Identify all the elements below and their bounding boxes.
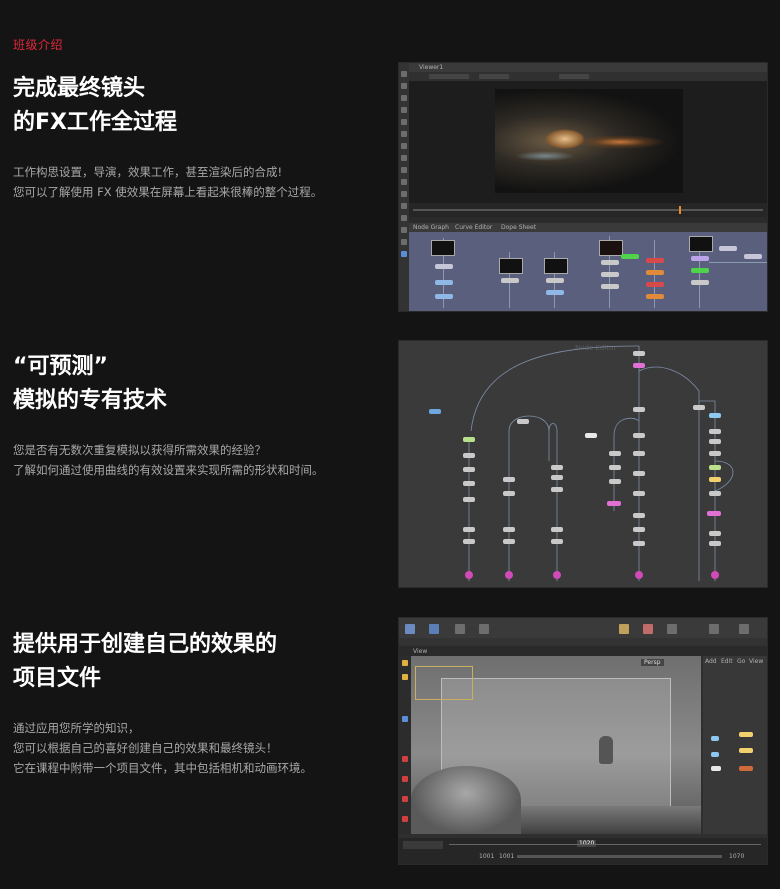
playbar[interactable]: 1020 1001 1001 1070 [399,838,767,864]
section-3-title-line2: 项目文件 [13,666,102,691]
move-icon[interactable] [402,674,408,680]
network-panel: Add Edit Go View [703,656,767,834]
tool-icon[interactable] [401,191,407,197]
shelf-icon[interactable] [667,624,677,634]
shelf-icon[interactable] [455,624,465,634]
tool-icon[interactable] [401,239,407,245]
tool-icon[interactable] [402,796,408,802]
section-3-desc-line2: 您可以根据自己的喜好创建自己的效果和最终镜头！ [13,741,278,755]
shelf-toolbar [399,618,767,638]
section-1: 完成最终镜头 的FX工作全过程 工作构思设置，导演，效果工作，甚至渲染后的合成!… [13,72,373,202]
section-3: 提供用于创建自己的效果的 项目文件 通过应用您所学的知识， 您可以根据自己的喜好… [13,628,393,778]
section-2-title-line1: “可预测” [13,354,108,379]
nuke-screenshot: Viewer1 Node Graph Curve Editor Dope She… [398,62,768,312]
section-3-desc-line3: 它在课程中附带一个项目文件，其中包括相机和动画环境。 [13,761,312,775]
shelf-icon[interactable] [479,624,489,634]
section-1-desc-line1: 工作构思设置，导演，效果工作，甚至渲染后的合成! [13,165,283,179]
section-2-desc-line1: 您是否有无数次重复模拟以获得所需效果的经验？ [13,443,266,457]
frame-start-2[interactable]: 1001 [499,853,514,860]
houdini-scene-screenshot: View Persp Add Edit Go View 1020 100 [398,617,768,865]
node-graph-tabs: Node Graph Curve Editor Dope Sheet [409,223,767,232]
frame-end[interactable]: 1070 [729,853,744,860]
menu-view[interactable]: View [749,658,763,665]
frame-start[interactable]: 1001 [479,853,494,860]
tool-icon[interactable] [401,167,407,173]
menu-edit[interactable]: Edit [721,658,733,665]
viewer-tab[interactable]: Viewer1 [419,64,443,71]
tool-icon[interactable] [402,776,408,782]
pane-tabs [399,638,767,646]
tool-icon[interactable] [401,155,407,161]
tool-icon[interactable] [401,215,407,221]
tool-icon[interactable] [402,816,408,822]
view-tab[interactable]: View [413,648,427,655]
viewport-tools [399,656,411,834]
tool-icon[interactable] [401,95,407,101]
tool-icon[interactable] [401,251,407,257]
tool-icon[interactable] [401,143,407,149]
viewport-tab-bar: View [399,646,767,656]
shelf-icon[interactable] [739,624,749,634]
section-1-title-line1: 完成最终镜头 [13,76,146,101]
node-graph-tab[interactable]: Node Graph [413,224,449,231]
shelf-icon[interactable] [429,624,439,634]
shelf-icon[interactable] [643,624,653,634]
tool-icon[interactable] [401,83,407,89]
tool-icon[interactable] [402,756,408,762]
scene-viewport[interactable]: Persp [411,656,701,834]
tool-icon[interactable] [401,203,407,209]
shelf-icon[interactable] [709,624,719,634]
left-toolbar [399,63,409,311]
viewer-area[interactable] [409,81,767,203]
viewer-image [495,89,683,193]
select-icon[interactable] [402,660,408,666]
viewer-controls [409,72,767,81]
menu-add[interactable]: Add [705,658,717,665]
shelf-icon[interactable] [619,624,629,634]
curve-editor-tab[interactable]: Curve Editor [455,224,492,231]
houdini-network-screenshot: Node Editor [398,340,768,588]
section-1-desc-line2: 您可以了解使用 FX 使效果在屏幕上看起来很棒的整个过程。 [13,185,323,199]
network-wires [468,345,734,581]
section-2: “可预测” 模拟的专有技术 您是否有无数次重复模拟以获得所需效果的经验？ 了解如… [13,350,373,480]
tool-icon[interactable] [401,179,407,185]
section-1-title-line2: 的FX工作全过程 [13,110,177,135]
section-3-desc-line1: 通过应用您所学的知识， [13,721,140,735]
shelf-icon[interactable] [405,624,415,634]
persp-label[interactable]: Persp [641,659,664,666]
timeline[interactable] [409,203,767,217]
section-2-desc-line2: 了解如何通过使用曲线的有效设置来实现所需的形状和时间。 [13,463,324,477]
menu-go[interactable]: Go [737,658,745,665]
tool-icon[interactable] [401,131,407,137]
section-3-title-line1: 提供用于创建自己的效果的 [13,632,278,657]
section-2-title-line2: 模拟的专有技术 [13,388,168,413]
tool-icon[interactable] [402,716,408,722]
tool-icon[interactable] [401,119,407,125]
node-graph[interactable] [409,232,767,311]
viewer-tab-bar: Viewer1 [409,63,767,72]
section-tag: 班级介绍 [13,38,64,52]
tool-icon[interactable] [401,71,407,77]
tool-icon[interactable] [401,107,407,113]
dope-sheet-tab[interactable]: Dope Sheet [501,224,536,231]
tool-icon[interactable] [401,227,407,233]
